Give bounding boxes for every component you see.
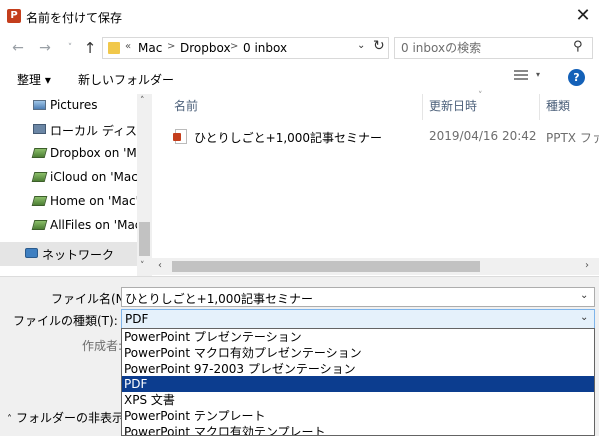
network-drive-icon <box>31 196 48 206</box>
breadcrumb-item[interactable]: Dropbox <box>180 41 231 55</box>
file-list: 名前 ˅ 更新日時 種類 ひとりしごと+1,000記事セミナー 2019/04/… <box>152 91 599 276</box>
address-row: ← → ˅ ↑ « Mac > Dropbox > 0 inbox ⌄ ↻ ⚲ <box>0 34 599 62</box>
nav-item-label: iCloud on 'Mac' <box>50 170 137 184</box>
up-arrow-icon[interactable]: ↑ <box>80 38 100 58</box>
filename-value: ひとりしごと+1,000記事セミナー <box>125 292 314 306</box>
filename-field[interactable]: ひとりしごと+1,000記事セミナー ⌄ <box>121 287 595 307</box>
nav-item-label: Dropbox on 'Mac <box>50 146 137 160</box>
chevron-down-icon[interactable]: ⌄ <box>580 312 588 323</box>
folder-icon <box>108 42 120 54</box>
nav-item-network[interactable]: ネットワーク <box>0 242 137 266</box>
nav-item-label: ネットワーク <box>42 248 115 262</box>
scroll-left-icon[interactable]: ‹ <box>158 260 162 271</box>
horizontal-scrollbar[interactable]: ‹ › <box>152 258 599 275</box>
nav-item-label: Pictures <box>50 98 98 112</box>
back-arrow-icon[interactable]: ← <box>8 38 28 58</box>
filetype-select[interactable]: PDF ⌄ <box>121 309 595 330</box>
network-icon <box>25 248 38 258</box>
scroll-right-icon[interactable]: › <box>585 260 589 271</box>
dropdown-option[interactable]: PowerPoint 97-2003 プレゼンテーション <box>122 361 594 377</box>
view-dropdown-icon[interactable]: ▾ <box>536 70 540 79</box>
chevron-down-icon[interactable]: ⌄ <box>580 290 588 301</box>
author-label: 作成者: <box>82 339 123 353</box>
chevron-up-icon: ˄ <box>7 414 12 425</box>
nav-item-label: Home on 'Mac' ( <box>50 194 137 208</box>
scroll-down-icon[interactable]: ˅ <box>140 261 145 271</box>
nav-item-home[interactable]: Home on 'Mac' ( <box>0 190 137 214</box>
file-name: ひとりしごと+1,000記事セミナー <box>194 131 383 145</box>
nav-item-label: ローカル ディスク (C <box>50 124 137 138</box>
column-divider[interactable] <box>422 94 423 120</box>
forward-arrow-icon[interactable]: → <box>35 38 55 58</box>
close-icon[interactable]: ✕ <box>573 6 593 26</box>
recent-locations-dropdown-icon[interactable]: ˅ <box>60 38 80 58</box>
scroll-thumb[interactable] <box>139 222 150 256</box>
search-box[interactable]: ⚲ <box>394 37 593 59</box>
filetype-value: PDF <box>125 312 149 326</box>
filetype-label: ファイルの種類(T): <box>13 314 118 328</box>
pictures-icon <box>33 100 46 110</box>
search-input[interactable] <box>401 41 561 55</box>
command-bar: 整理 ▾ 新しいフォルダー ▾ ? <box>0 64 599 94</box>
title-bar: P 名前を付けて保存 ✕ <box>0 0 599 34</box>
column-header-name[interactable]: 名前 <box>174 94 198 118</box>
filetype-dropdown-list[interactable]: PowerPoint プレゼンテーション PowerPoint マクロ有効プレゼ… <box>121 328 595 436</box>
search-icon[interactable]: ⚲ <box>573 39 583 54</box>
column-header-type[interactable]: 種類 <box>546 94 570 118</box>
disk-icon <box>33 124 46 134</box>
refresh-icon[interactable]: ↻ <box>373 38 385 54</box>
pptx-file-icon <box>173 129 187 144</box>
hide-folders-label: フォルダーの非表示 <box>16 411 125 425</box>
chevron-down-icon[interactable]: ⌄ <box>357 40 365 51</box>
breadcrumb-separator[interactable]: > <box>167 41 175 52</box>
breadcrumb-item[interactable]: 0 inbox <box>243 41 287 55</box>
navigation-pane: Pictures ローカル ディスク (C Dropbox on 'Mac iC… <box>0 94 152 276</box>
column-header-modified[interactable]: 更新日時 <box>429 94 477 118</box>
breadcrumb-item[interactable]: Mac <box>138 41 162 55</box>
dropdown-option-selected[interactable]: PDF <box>122 376 594 392</box>
dropdown-option[interactable]: PowerPoint マクロ有効プレゼンテーション <box>122 345 594 361</box>
sort-indicator-icon: ˅ <box>478 91 483 101</box>
nav-item-dropbox[interactable]: Dropbox on 'Mac <box>0 142 137 166</box>
organize-button[interactable]: 整理 ▾ <box>17 71 51 88</box>
nav-item-icloud[interactable]: iCloud on 'Mac' <box>0 166 137 190</box>
file-row[interactable]: ひとりしごと+1,000記事セミナー 2019/04/16 20:42 PPTX… <box>166 128 599 148</box>
scroll-up-icon[interactable]: ˄ <box>140 96 145 106</box>
network-drive-icon <box>31 172 48 182</box>
scroll-thumb[interactable] <box>172 261 480 272</box>
nav-item-pictures[interactable]: Pictures <box>0 94 137 118</box>
hide-folders-toggle[interactable]: ˄ フォルダーの非表示 <box>7 409 124 426</box>
dropdown-option[interactable]: PowerPoint テンプレート <box>122 408 594 424</box>
file-modified: 2019/04/16 20:42 <box>429 129 537 143</box>
dropdown-option[interactable]: PowerPoint プレゼンテーション <box>122 329 594 345</box>
dropdown-option[interactable]: PowerPoint マクロ有効テンプレート <box>122 424 594 435</box>
column-divider[interactable] <box>539 94 540 120</box>
view-options-icon[interactable] <box>514 70 528 84</box>
file-type: PPTX ファイ <box>546 131 599 145</box>
powerpoint-app-icon: P <box>7 9 21 23</box>
nav-item-local-disk[interactable]: ローカル ディスク (C <box>0 118 137 142</box>
nav-item-allfiles[interactable]: AllFiles on 'Mac' <box>0 214 137 238</box>
dialog-title: 名前を付けて保存 <box>26 11 123 25</box>
new-folder-button[interactable]: 新しいフォルダー <box>78 71 174 88</box>
nav-item-label: AllFiles on 'Mac' <box>50 218 137 232</box>
address-bar[interactable]: « Mac > Dropbox > 0 inbox ⌄ ↻ <box>102 37 389 59</box>
network-drive-icon <box>31 220 48 230</box>
dropdown-option[interactable]: XPS 文書 <box>122 392 594 408</box>
nav-scrollbar[interactable]: ˄ ˅ <box>137 94 152 276</box>
network-drive-icon <box>31 148 48 158</box>
help-icon[interactable]: ? <box>568 69 585 86</box>
breadcrumb-overflow[interactable]: « <box>125 41 131 52</box>
breadcrumb-separator[interactable]: > <box>230 41 238 52</box>
